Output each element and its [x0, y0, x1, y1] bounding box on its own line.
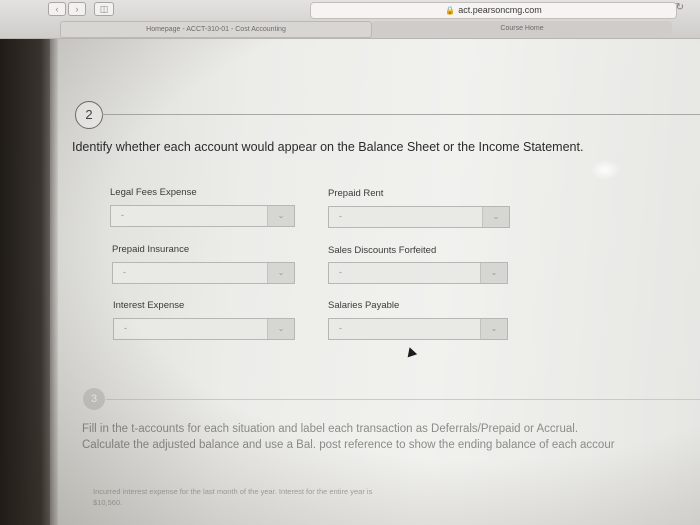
dropdown-value: -: [121, 210, 124, 220]
dropdown-value: -: [124, 323, 127, 333]
address-bar[interactable]: 🔒 act.pearsoncmg.com: [310, 2, 677, 19]
chevron-down-icon: ⌄: [482, 207, 509, 227]
tab-homepage[interactable]: Homepage - ACCT-310-01 - Cost Accounting: [60, 21, 372, 38]
account-label: Interest Expense: [113, 300, 185, 311]
question-prompt: Identify whether each account would appe…: [72, 140, 584, 154]
reload-icon[interactable]: ↻: [676, 2, 684, 13]
chevron-down-icon: ⌄: [267, 206, 294, 226]
forward-icon[interactable]: ›: [68, 2, 86, 16]
dropdown-value: -: [339, 267, 342, 277]
account-label: Sales Discounts Forfeited: [328, 245, 437, 256]
question-number-badge: 2: [75, 101, 103, 129]
account-label: Prepaid Insurance: [112, 244, 190, 255]
dropdown-value: -: [339, 323, 342, 333]
chevron-down-icon: ⌄: [267, 263, 294, 283]
situation-text: Incurred interest expense for the last m…: [93, 487, 373, 496]
chevron-down-icon: ⌄: [267, 319, 294, 339]
back-icon[interactable]: ‹: [48, 2, 66, 16]
screen-glare: [590, 160, 620, 180]
left-bezel: [0, 39, 58, 525]
classification-dropdown[interactable]: - ⌄: [328, 318, 508, 340]
browser-toolbar: ‹ › ◫ 🔒 act.pearsoncmg.com ↻ Homepage - A…: [0, 0, 700, 39]
lock-icon: 🔒: [445, 6, 456, 15]
classification-dropdown[interactable]: - ⌄: [328, 262, 508, 284]
classification-dropdown[interactable]: - ⌄: [328, 206, 510, 228]
divider: [102, 114, 700, 115]
instruction-line: Calculate the adjusted balance and use a…: [82, 439, 615, 451]
account-label: Salaries Payable: [328, 300, 400, 311]
chevron-down-icon: ⌄: [480, 319, 507, 339]
sidebar-icon[interactable]: ◫: [94, 2, 114, 16]
dropdown-value: -: [123, 267, 126, 277]
account-label: Legal Fees Expense: [110, 187, 197, 198]
dropdown-value: -: [339, 211, 342, 221]
question-number-badge: 3: [83, 388, 105, 410]
divider: [106, 399, 700, 400]
account-label: Prepaid Rent: [328, 188, 384, 199]
chevron-down-icon: ⌄: [480, 263, 507, 283]
situation-amount: $10,560.: [93, 498, 123, 507]
nav-buttons: ‹ › ◫: [48, 2, 114, 16]
classification-dropdown[interactable]: - ⌄: [113, 318, 295, 340]
url-text: act.pearsoncmg.com: [458, 5, 542, 15]
instruction-line: Fill in the t-accounts for each situatio…: [82, 423, 579, 435]
tab-course-home[interactable]: Course Home: [372, 21, 672, 36]
classification-dropdown[interactable]: - ⌄: [112, 262, 295, 284]
classification-dropdown[interactable]: - ⌄: [110, 205, 295, 227]
